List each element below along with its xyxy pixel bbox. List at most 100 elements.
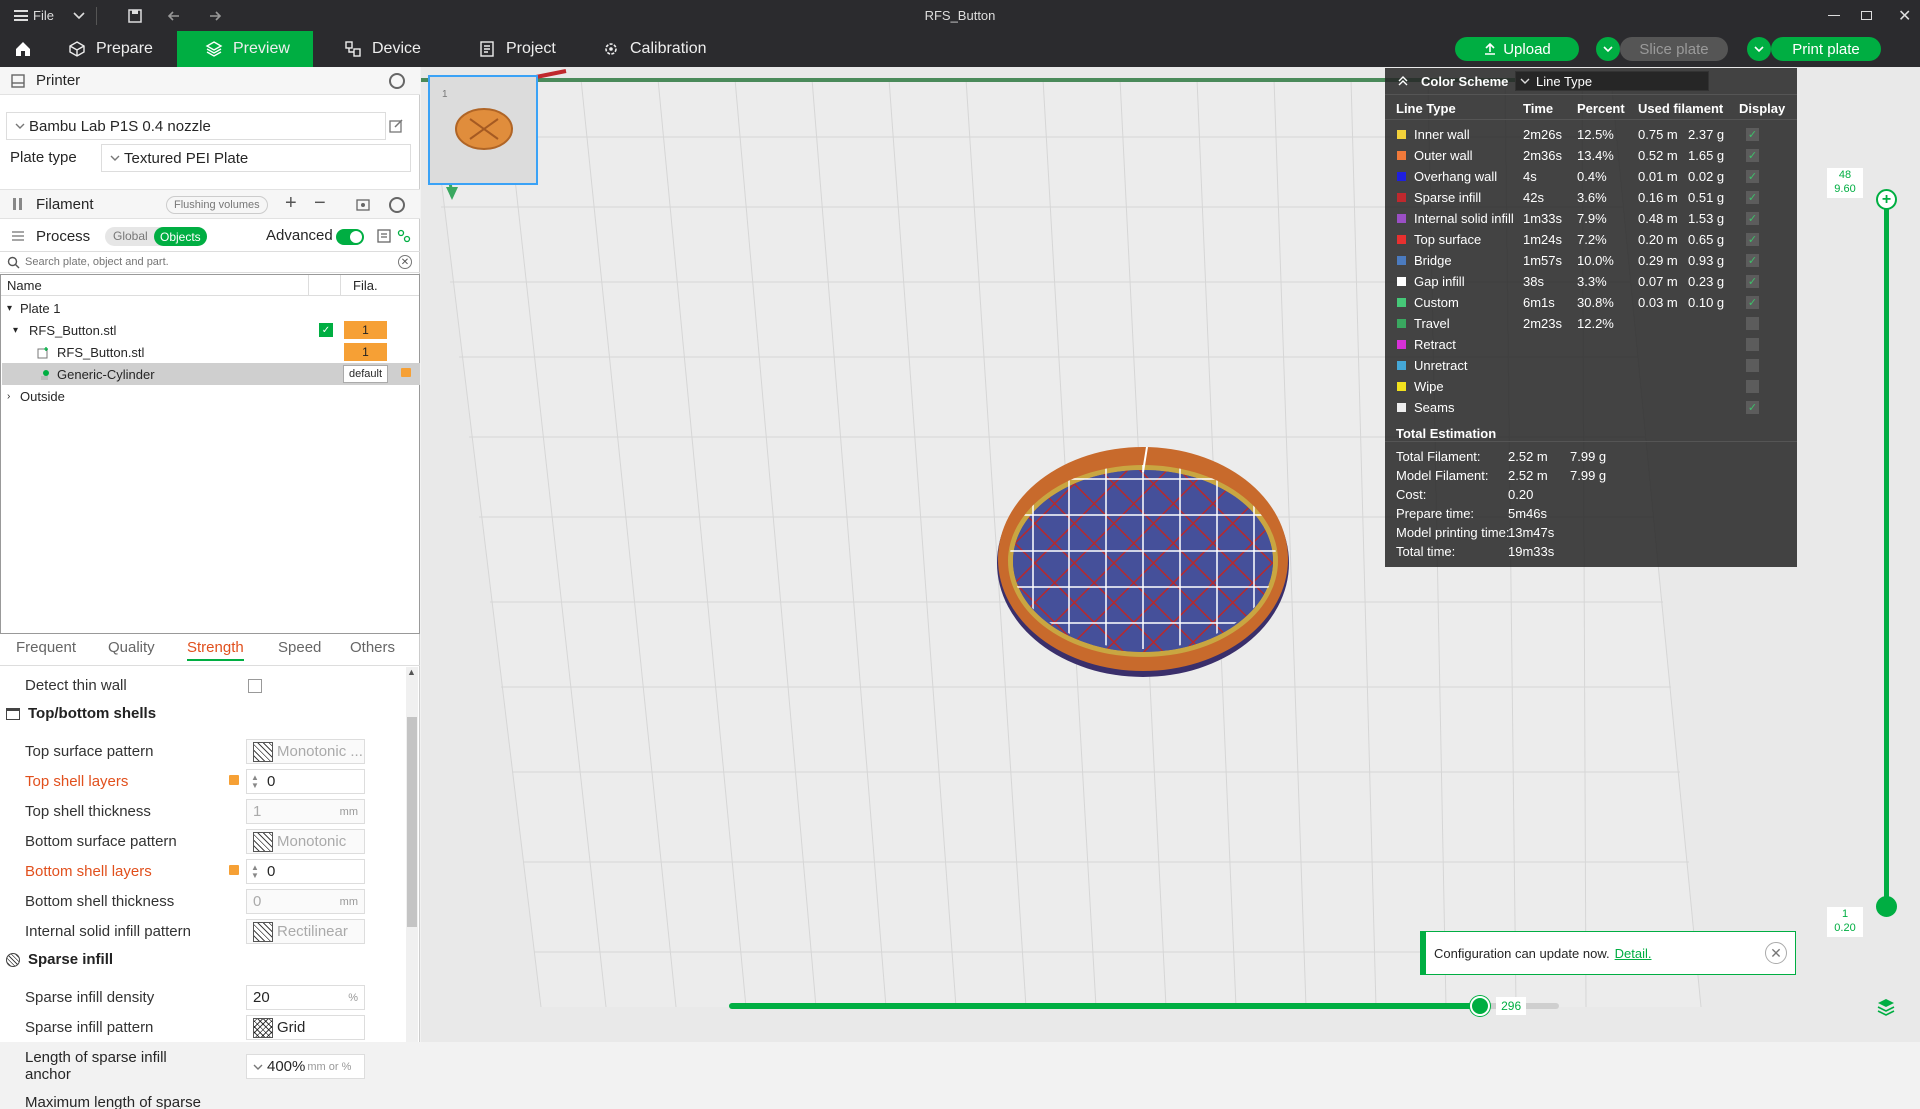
- print-plate-button[interactable]: Print plate: [1771, 37, 1881, 61]
- objects-toggle-option[interactable]: Objects: [154, 227, 207, 246]
- bottom-shell-layers-input[interactable]: ▲ ▼ 0: [246, 859, 365, 884]
- expand-chevron-icon[interactable]: ▾: [7, 303, 12, 314]
- detect-thin-wall-checkbox[interactable]: [248, 679, 262, 693]
- legend-display-checkbox[interactable]: ✓: [1746, 170, 1759, 183]
- process-compare-icon[interactable]: [396, 228, 412, 244]
- edit-printer-icon[interactable]: [388, 118, 404, 134]
- sparse-infill-anchor-combo[interactable]: 400% mm or %: [246, 1054, 365, 1079]
- slice-plate-button[interactable]: Slice plate: [1620, 37, 1728, 61]
- settings-scrollbar[interactable]: ▲: [406, 667, 418, 1042]
- lock-icon[interactable]: [401, 368, 411, 377]
- flushing-volumes-button[interactable]: Flushing volumes: [166, 196, 268, 214]
- tab-frequent[interactable]: Frequent: [16, 639, 76, 656]
- add-filament-icon[interactable]: +: [285, 192, 297, 215]
- legend-display-checkbox[interactable]: ✓: [1746, 212, 1759, 225]
- move-slider-handle[interactable]: [1470, 996, 1491, 1016]
- layer-slider-top-handle[interactable]: +: [1876, 189, 1897, 210]
- bottom-shell-thickness-input[interactable]: 0 mm: [246, 889, 365, 914]
- legend-display-checkbox[interactable]: ✓: [1746, 275, 1759, 288]
- legend-display-checkbox[interactable]: ✓: [1746, 296, 1759, 309]
- close-window-icon[interactable]: ✕: [1898, 0, 1911, 31]
- file-dropdown-chevron-icon[interactable]: [72, 0, 86, 31]
- upload-button[interactable]: Upload: [1455, 37, 1579, 61]
- notification-detail-link[interactable]: Detail.: [1615, 946, 1652, 961]
- tab-project[interactable]: Project: [464, 31, 584, 67]
- legend-display-checkbox[interactable]: [1746, 317, 1759, 330]
- legend-display-checkbox[interactable]: [1746, 380, 1759, 393]
- lock-icon[interactable]: [229, 775, 239, 785]
- scrollbar-thumb[interactable]: [407, 717, 417, 927]
- legend-display-checkbox[interactable]: ✓: [1746, 233, 1759, 246]
- global-toggle-option[interactable]: Global: [113, 229, 148, 243]
- legend-display-checkbox[interactable]: [1746, 359, 1759, 372]
- column-name-header[interactable]: Name: [7, 278, 42, 293]
- slice-dropdown-chevron-icon[interactable]: [1596, 37, 1620, 61]
- filament-sync-icon[interactable]: [355, 197, 371, 213]
- plate-type-select[interactable]: Textured PEI Plate: [101, 144, 411, 172]
- legend-display-checkbox[interactable]: ✓: [1746, 191, 1759, 204]
- plate-thumbnail[interactable]: 1: [428, 75, 538, 185]
- expand-chevron-icon[interactable]: ▾: [13, 325, 18, 336]
- restore-icon[interactable]: [1861, 0, 1872, 31]
- sparse-infill-pattern-select[interactable]: Grid: [246, 1015, 365, 1040]
- internal-solid-infill-pattern-select[interactable]: Rectilinear: [246, 919, 365, 944]
- collapse-legend-icon[interactable]: [1397, 75, 1409, 87]
- color-scheme-select[interactable]: Line Type: [1515, 71, 1709, 91]
- tree-row-part[interactable]: RFS_Button.stl 1: [2, 341, 420, 363]
- tree-row-plate[interactable]: ▾ Plate 1: [2, 297, 420, 319]
- spin-arrows-icon[interactable]: ▲ ▼: [251, 773, 259, 790]
- top-surface-pattern-select[interactable]: Monotonic ...: [246, 739, 365, 764]
- chevron-down-icon[interactable]: [253, 1062, 263, 1072]
- advanced-toggle[interactable]: [336, 229, 364, 245]
- tab-device[interactable]: Device: [330, 31, 450, 67]
- legend-display-checkbox[interactable]: ✓: [1746, 128, 1759, 141]
- top-shell-layers-input[interactable]: ▲ ▼ 0: [246, 769, 365, 794]
- tree-row-outside[interactable]: › Outside: [2, 385, 420, 407]
- spin-arrows-icon[interactable]: ▲ ▼: [251, 863, 259, 880]
- move-slider-track[interactable]: [729, 1003, 1559, 1009]
- close-notification-icon[interactable]: ✕: [1765, 942, 1787, 964]
- legend-display-checkbox[interactable]: [1746, 338, 1759, 351]
- tab-strength[interactable]: Strength: [187, 639, 244, 661]
- print-dropdown-chevron-icon[interactable]: [1747, 37, 1771, 61]
- tree-row-object[interactable]: ▾ RFS_Button.stl ✓ 1: [2, 319, 420, 341]
- filament-default-select[interactable]: default: [343, 365, 388, 383]
- legend-display-checkbox[interactable]: ✓: [1746, 401, 1759, 414]
- printer-settings-gear-icon[interactable]: [389, 73, 405, 89]
- layer-slider-bottom-handle[interactable]: [1876, 896, 1897, 917]
- sparse-infill-density-input[interactable]: 20%: [246, 985, 365, 1010]
- file-menu[interactable]: File: [14, 0, 54, 31]
- layers-icon[interactable]: [1876, 997, 1896, 1017]
- tab-calibration[interactable]: Calibration: [588, 31, 728, 67]
- save-icon[interactable]: [127, 0, 143, 31]
- top-shell-thickness-input[interactable]: 1 mm: [246, 799, 365, 824]
- redo-icon[interactable]: [206, 0, 222, 31]
- remove-filament-icon[interactable]: −: [314, 192, 326, 215]
- minimize-icon[interactable]: [1828, 0, 1840, 31]
- filament-index-badge[interactable]: 1: [344, 343, 387, 361]
- scroll-up-icon[interactable]: ▲: [407, 667, 416, 677]
- tab-prepare[interactable]: Prepare: [54, 31, 176, 67]
- tab-preview[interactable]: Preview: [177, 31, 313, 67]
- lock-icon[interactable]: [229, 865, 239, 875]
- object-search-input[interactable]: [25, 256, 395, 268]
- tab-quality[interactable]: Quality: [108, 639, 155, 656]
- home-icon[interactable]: [0, 31, 40, 67]
- bottom-surface-pattern-select[interactable]: Monotonic: [246, 829, 365, 854]
- total-value: 5m46s: [1508, 506, 1548, 521]
- clear-search-icon[interactable]: ✕: [398, 255, 412, 269]
- legend-display-checkbox[interactable]: ✓: [1746, 254, 1759, 267]
- object-visible-checkbox[interactable]: ✓: [319, 323, 333, 337]
- process-list-icon[interactable]: [376, 228, 392, 244]
- legend-display-checkbox[interactable]: ✓: [1746, 149, 1759, 162]
- layer-slider-track[interactable]: [1884, 200, 1889, 905]
- filament-settings-gear-icon[interactable]: [389, 197, 405, 213]
- printer-preset-select[interactable]: Bambu Lab P1S 0.4 nozzle: [6, 112, 386, 140]
- tree-row-modifier[interactable]: Generic-Cylinder default: [2, 363, 420, 385]
- filament-index-badge[interactable]: 1: [344, 321, 387, 339]
- collapse-chevron-icon[interactable]: ›: [7, 391, 10, 402]
- column-fila-header[interactable]: Fila.: [353, 278, 378, 293]
- tab-others[interactable]: Others: [350, 639, 395, 656]
- tab-speed[interactable]: Speed: [278, 639, 321, 656]
- undo-icon[interactable]: [167, 0, 183, 31]
